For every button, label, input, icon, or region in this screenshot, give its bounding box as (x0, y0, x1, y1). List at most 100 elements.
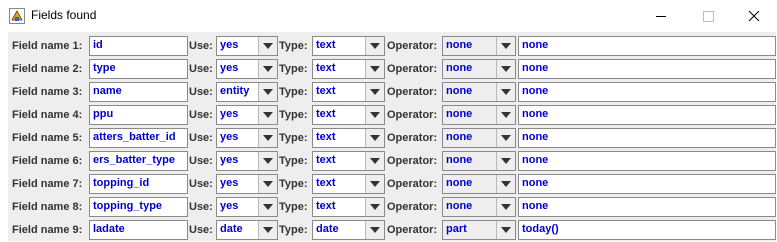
use-value: entity (220, 85, 250, 97)
minimize-button[interactable] (638, 0, 684, 32)
type-select[interactable]: text (312, 174, 385, 194)
value-input[interactable]: none (518, 197, 776, 217)
value-input[interactable]: none (518, 82, 776, 102)
type-dropdown-button[interactable] (365, 221, 384, 239)
operator-dropdown-button[interactable] (496, 129, 515, 147)
dropdown-arrow-icon (501, 181, 511, 187)
use-label: Use: (189, 63, 213, 75)
type-dropdown-button[interactable] (365, 152, 384, 170)
use-select[interactable]: yes (216, 174, 278, 194)
value-input[interactable]: none (518, 105, 776, 125)
type-label: Type: (279, 63, 308, 75)
type-select[interactable]: text (312, 105, 385, 125)
field-row: Field name 4: ppu Use: yes Type: text Operator… (8, 104, 776, 127)
use-select[interactable]: date (216, 220, 278, 240)
type-select[interactable]: text (312, 197, 385, 217)
field-name-input[interactable]: ppu (89, 105, 188, 125)
dropdown-arrow-icon (370, 135, 380, 141)
use-dropdown-button[interactable] (258, 175, 277, 193)
use-select[interactable]: yes (216, 128, 278, 148)
operator-select[interactable]: none (442, 59, 516, 79)
dropdown-arrow-icon (501, 66, 511, 72)
close-icon (748, 10, 760, 22)
operator-select[interactable]: none (442, 105, 516, 125)
use-select[interactable]: yes (216, 151, 278, 171)
dropdown-arrow-icon (263, 135, 273, 141)
type-dropdown-button[interactable] (365, 198, 384, 216)
dropdown-arrow-icon (501, 89, 511, 95)
dropdown-arrow-icon (501, 227, 511, 233)
use-dropdown-button[interactable] (258, 106, 277, 124)
field-row: Field name 9: ladate Use: date Type: date Oper… (8, 219, 776, 242)
use-dropdown-button[interactable] (258, 152, 277, 170)
operator-select[interactable]: none (442, 174, 516, 194)
type-select[interactable]: date (312, 220, 385, 240)
value-input[interactable]: none (518, 151, 776, 171)
type-select[interactable]: text (312, 36, 385, 56)
operator-dropdown-button[interactable] (496, 175, 515, 193)
operator-value: part (446, 223, 467, 235)
operator-select[interactable]: none (442, 128, 516, 148)
type-dropdown-button[interactable] (365, 83, 384, 101)
operator-label: Operator: (387, 63, 438, 75)
dropdown-arrow-icon (263, 204, 273, 210)
type-select[interactable]: text (312, 59, 385, 79)
type-dropdown-button[interactable] (365, 60, 384, 78)
value-input[interactable]: none (518, 128, 776, 148)
operator-dropdown-button[interactable] (496, 106, 515, 124)
type-select[interactable]: text (312, 82, 385, 102)
operator-label: Operator: (387, 86, 438, 98)
operator-select[interactable]: part (442, 220, 516, 240)
type-dropdown-button[interactable] (365, 175, 384, 193)
field-name-input[interactable]: id (89, 36, 188, 56)
field-name-input[interactable]: ladate (89, 220, 188, 240)
type-dropdown-button[interactable] (365, 37, 384, 55)
operator-dropdown-button[interactable] (496, 83, 515, 101)
use-dropdown-button[interactable] (258, 221, 277, 239)
value-input[interactable]: none (518, 59, 776, 79)
value-input[interactable]: none (518, 36, 776, 56)
operator-dropdown-button[interactable] (496, 37, 515, 55)
window-title: Fields found (31, 8, 97, 22)
type-label: Type: (279, 224, 308, 236)
field-name-input[interactable]: atters_batter_id (89, 128, 188, 148)
operator-value: none (446, 200, 473, 212)
use-dropdown-button[interactable] (258, 198, 277, 216)
operator-select[interactable]: none (442, 36, 516, 56)
type-label: Type: (279, 40, 308, 52)
field-name-input[interactable]: name (89, 82, 188, 102)
field-name-input[interactable]: topping_type (89, 197, 188, 217)
operator-dropdown-button[interactable] (496, 60, 515, 78)
value-input[interactable]: today() (518, 220, 776, 240)
type-dropdown-button[interactable] (365, 129, 384, 147)
use-select[interactable]: yes (216, 105, 278, 125)
use-select[interactable]: yes (216, 36, 278, 56)
value-input[interactable]: none (518, 174, 776, 194)
field-name-input[interactable]: type (89, 59, 188, 79)
operator-select[interactable]: none (442, 151, 516, 171)
field-name-input[interactable]: topping_id (89, 174, 188, 194)
use-dropdown-button[interactable] (258, 129, 277, 147)
dropdown-arrow-icon (263, 89, 273, 95)
field-name-label: Field name 3: (12, 86, 83, 98)
field-name-label: Field name 5: (12, 132, 83, 144)
operator-dropdown-button[interactable] (496, 221, 515, 239)
field-name-input[interactable]: ers_batter_type (89, 151, 188, 171)
use-select[interactable]: yes (216, 59, 278, 79)
type-select[interactable]: text (312, 151, 385, 171)
use-dropdown-button[interactable] (258, 60, 277, 78)
use-select[interactable]: entity (216, 82, 278, 102)
type-label: Type: (279, 86, 308, 98)
type-dropdown-button[interactable] (365, 106, 384, 124)
use-dropdown-button[interactable] (258, 37, 277, 55)
operator-dropdown-button[interactable] (496, 198, 515, 216)
close-button[interactable] (731, 0, 777, 32)
use-dropdown-button[interactable] (258, 83, 277, 101)
use-select[interactable]: yes (216, 197, 278, 217)
operator-select[interactable]: none (442, 197, 516, 217)
operator-select[interactable]: none (442, 82, 516, 102)
operator-dropdown-button[interactable] (496, 152, 515, 170)
type-select[interactable]: text (312, 128, 385, 148)
dropdown-arrow-icon (263, 181, 273, 187)
maximize-button[interactable] (685, 0, 731, 32)
